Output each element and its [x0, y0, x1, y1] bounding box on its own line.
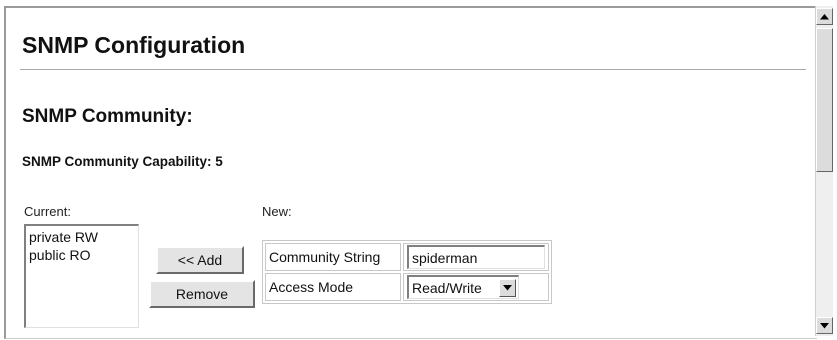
community-string-cell [403, 243, 549, 271]
page-title: SNMP Configuration [22, 32, 246, 58]
new-community-table: Community String Access Mode Read/Write [262, 240, 552, 304]
section-heading: SNMP Community: [22, 106, 193, 127]
scrollbar-thumb[interactable] [816, 28, 833, 172]
remove-button[interactable]: Remove [149, 280, 255, 308]
list-item[interactable]: public RO [29, 246, 135, 264]
scroll-up-icon[interactable] [816, 8, 833, 25]
scroll-down-icon[interactable] [816, 317, 833, 334]
capability-label: SNMP Community Capability: 5 [22, 154, 223, 169]
community-string-input[interactable] [407, 245, 545, 269]
list-item[interactable]: private RW [29, 228, 135, 246]
community-string-label: Community String [265, 243, 401, 271]
add-button[interactable]: << Add [156, 246, 244, 274]
table-row: Access Mode Read/Write [265, 273, 549, 301]
current-label: Current: [24, 204, 71, 219]
access-mode-cell: Read/Write [403, 273, 549, 301]
current-community-list[interactable]: private RW public RO [24, 224, 139, 328]
triangle-down-icon[interactable] [499, 278, 516, 297]
title-divider [20, 69, 806, 70]
access-mode-value: Read/Write [412, 279, 482, 296]
access-mode-select[interactable]: Read/Write [407, 275, 519, 299]
access-mode-label: Access Mode [265, 273, 401, 301]
vertical-scrollbar[interactable] [815, 6, 833, 336]
new-label: New: [262, 204, 292, 219]
table-row: Community String [265, 243, 549, 271]
content-frame: SNMP Configuration SNMP Community: SNMP … [4, 6, 817, 339]
